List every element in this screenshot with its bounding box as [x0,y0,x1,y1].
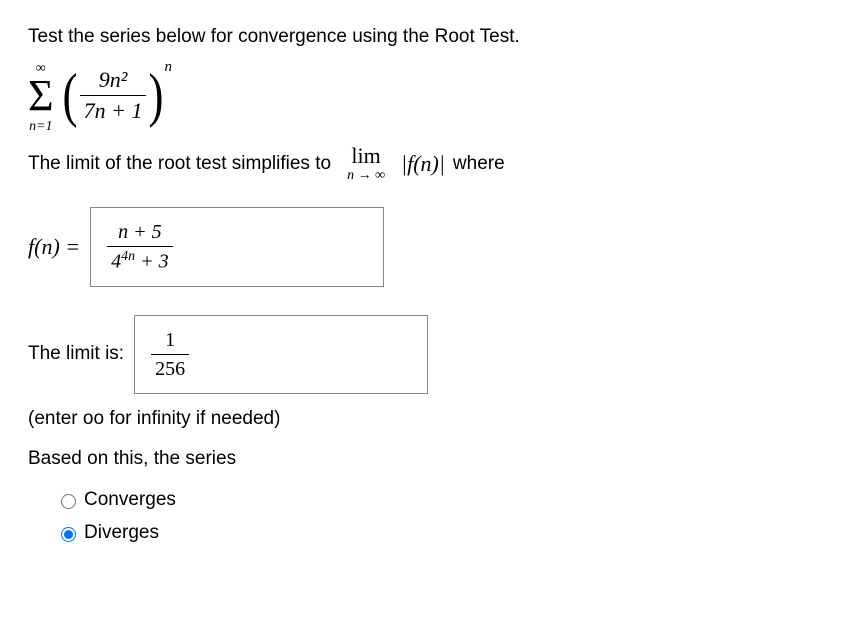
infinity-hint: (enter oo for infinity if needed) [28,406,835,433]
converges-label: Converges [84,487,176,514]
right-paren: ) [149,73,164,118]
series-exponent: n [164,57,172,78]
diverges-option[interactable]: Diverges [56,520,835,547]
limit-answer-fraction: 1 256 [151,326,189,383]
limit-answer-input[interactable]: 1 256 [134,315,428,394]
converges-option[interactable]: Converges [56,487,835,514]
lim-function: |f(n)| [401,149,445,180]
diverges-radio[interactable] [61,527,76,542]
convergence-radio-group: Converges Diverges [56,487,835,546]
paren-group: ( 9n² 7n + 1 ) n [60,65,172,128]
left-paren: ( [62,73,77,118]
fn-answer-fraction: n + 5 44n + 3 [107,218,173,276]
series-numerator: 9n² [95,65,132,96]
limit-pre-text: The limit of the root test simplifies to [28,151,331,178]
lim-label: lim [351,145,380,167]
series-denominator: 7n + 1 [80,95,147,127]
based-on-text: Based on this, the series [28,446,835,473]
converges-radio[interactable] [61,494,76,509]
sigma-symbol: Σ ∞ n=1 [28,74,54,118]
limit-post-text: where [453,151,505,178]
limit-operator: lim n → ∞ [347,145,385,183]
limit-den: 256 [151,354,189,383]
sum-upper: ∞ [36,62,46,76]
fn-answer-input[interactable]: n + 5 44n + 3 [90,207,384,287]
limit-is-label: The limit is: [28,341,124,368]
fn-row: f(n) = n + 5 44n + 3 [28,207,835,287]
fn-label: f(n) = [28,232,80,263]
sum-lower: n=1 [29,120,52,134]
limit-description: The limit of the root test simplifies to… [28,145,835,183]
limit-row: The limit is: 1 256 [28,315,835,394]
limit-num: 1 [161,326,179,354]
fn-den: 44n + 3 [107,246,173,276]
series-expression: Σ ∞ n=1 ( 9n² 7n + 1 ) n [28,65,835,128]
prompt-text: Test the series below for convergence us… [28,24,835,51]
series-fraction: 9n² 7n + 1 [80,65,147,128]
fn-num: n + 5 [114,218,166,246]
lim-under: n → ∞ [347,169,385,183]
diverges-label: Diverges [84,520,159,547]
